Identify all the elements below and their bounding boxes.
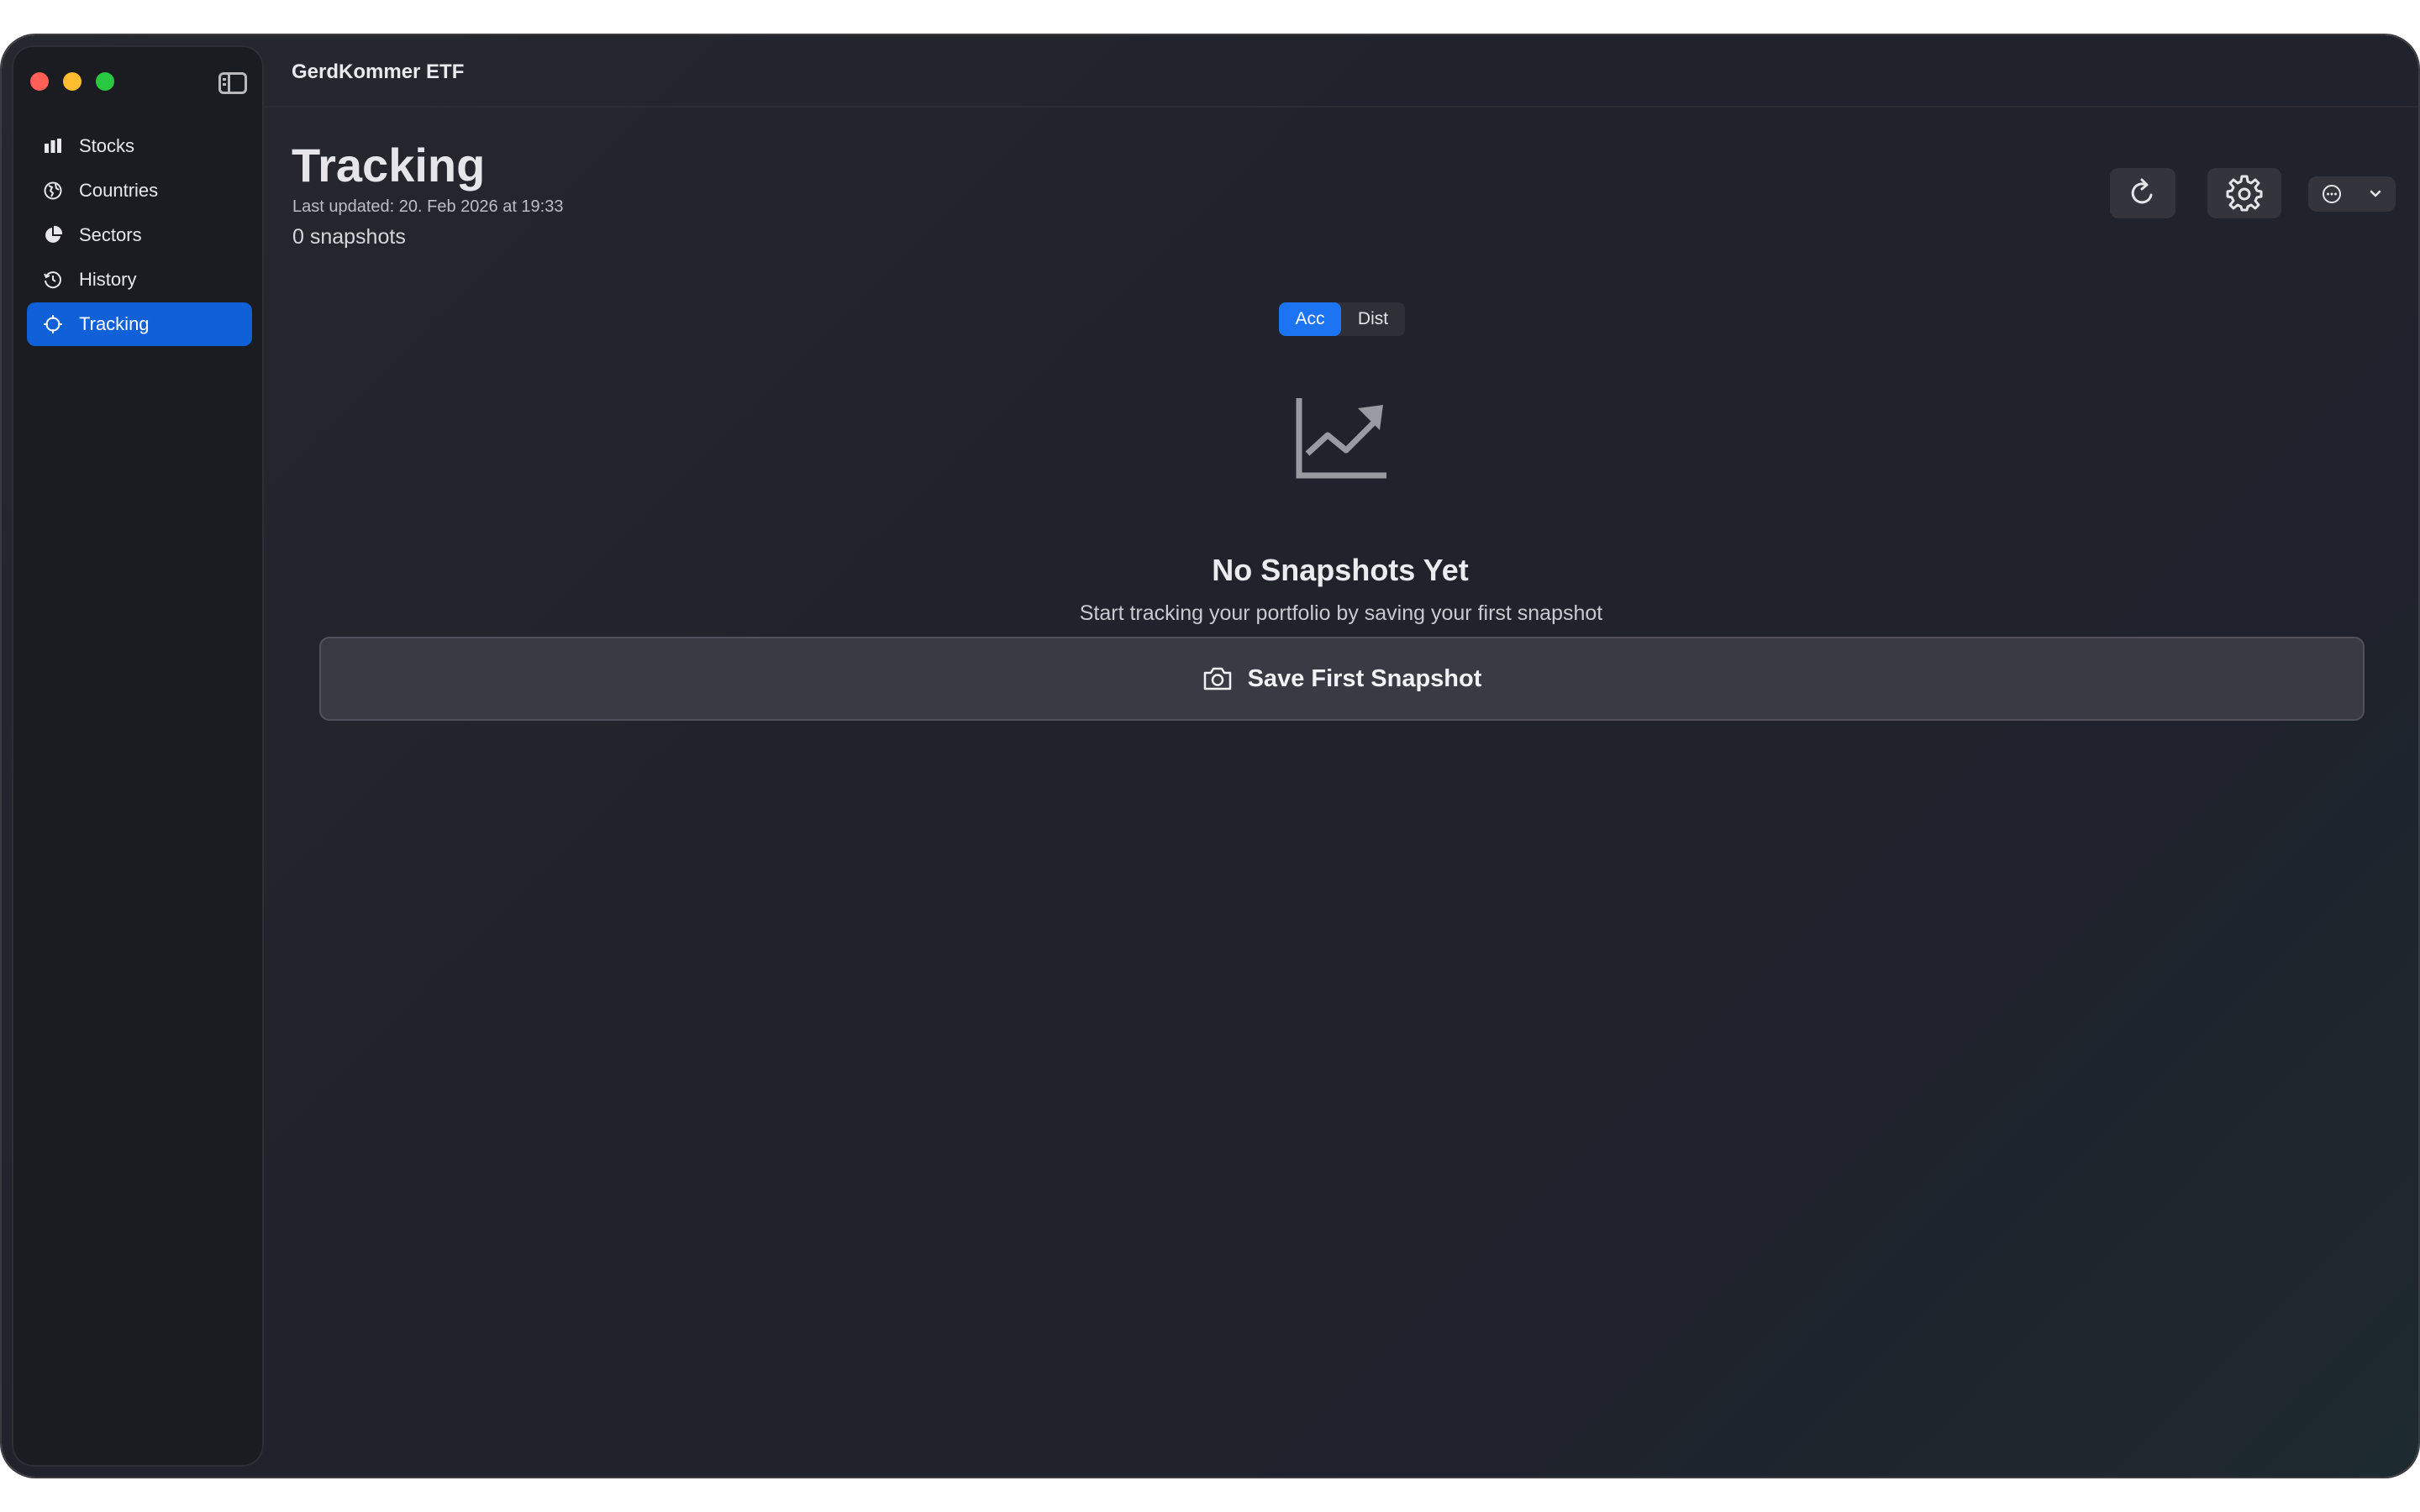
target-icon [42,313,64,335]
sidebar-item-stocks[interactable]: Stocks [27,124,252,168]
clock-history-icon [42,269,64,291]
app-title: GerdKommer ETF [292,60,465,83]
sidebar-item-label: History [79,269,137,290]
pie-chart-icon [42,224,64,246]
sidebar-item-label: Stocks [79,135,135,156]
gear-icon [2226,175,2263,212]
sidebar-toggle-icon[interactable] [218,72,247,94]
settings-button[interactable] [2207,168,2281,218]
ellipsis-circle-icon [2323,185,2341,203]
empty-state-subtitle: Start tracking your portfolio by saving … [1079,601,1603,625]
sidebar-item-countries[interactable]: Countries [27,169,252,213]
last-updated-text: Last updated: 20. Feb 2026 at 19:33 [292,197,564,216]
sidebar: Stocks Countries Sectors History Trackin… [12,45,264,1467]
save-first-snapshot-button[interactable]: Save First Snapshot [319,637,2365,721]
app-window: Stocks Countries Sectors History Trackin… [2,35,2418,1477]
refresh-icon [2131,178,2153,204]
globe-icon [42,180,64,202]
window-controls [30,72,114,91]
empty-state-title: No Snapshots Yet [1212,553,1469,587]
chevron-down-icon [2370,190,2381,197]
refresh-button[interactable] [2110,168,2175,218]
segment-dist[interactable]: Dist [1341,302,1405,336]
more-menu-button[interactable] [2308,176,2396,212]
sidebar-item-tracking[interactable]: Tracking [27,302,252,346]
segment-acc[interactable]: Acc [1279,302,1341,336]
sidebar-item-label: Sectors [79,224,142,245]
minimize-window-button[interactable] [63,72,82,91]
chart-line-uptrend-icon [1296,398,1386,479]
camera-icon [1203,667,1231,690]
snapshot-count: 0 snapshots [292,225,406,249]
sidebar-nav: Stocks Countries Sectors History Trackin… [27,124,252,347]
zoom-window-button[interactable] [96,72,114,91]
share-class-toggle: Acc Dist [1279,302,1405,336]
page-title: Tracking [292,139,486,192]
save-button-label: Save First Snapshot [1247,664,1482,692]
bar-chart-icon [42,135,64,157]
title-bar: GerdKommer ETF [264,35,2418,108]
sidebar-item-history[interactable]: History [27,258,252,302]
close-window-button[interactable] [30,72,49,91]
sidebar-item-label: Countries [79,180,159,201]
sidebar-item-sectors[interactable]: Sectors [27,213,252,257]
sidebar-item-label: Tracking [79,313,150,334]
main-content: Tracking Last updated: 20. Feb 2026 at 1… [264,108,2418,1477]
